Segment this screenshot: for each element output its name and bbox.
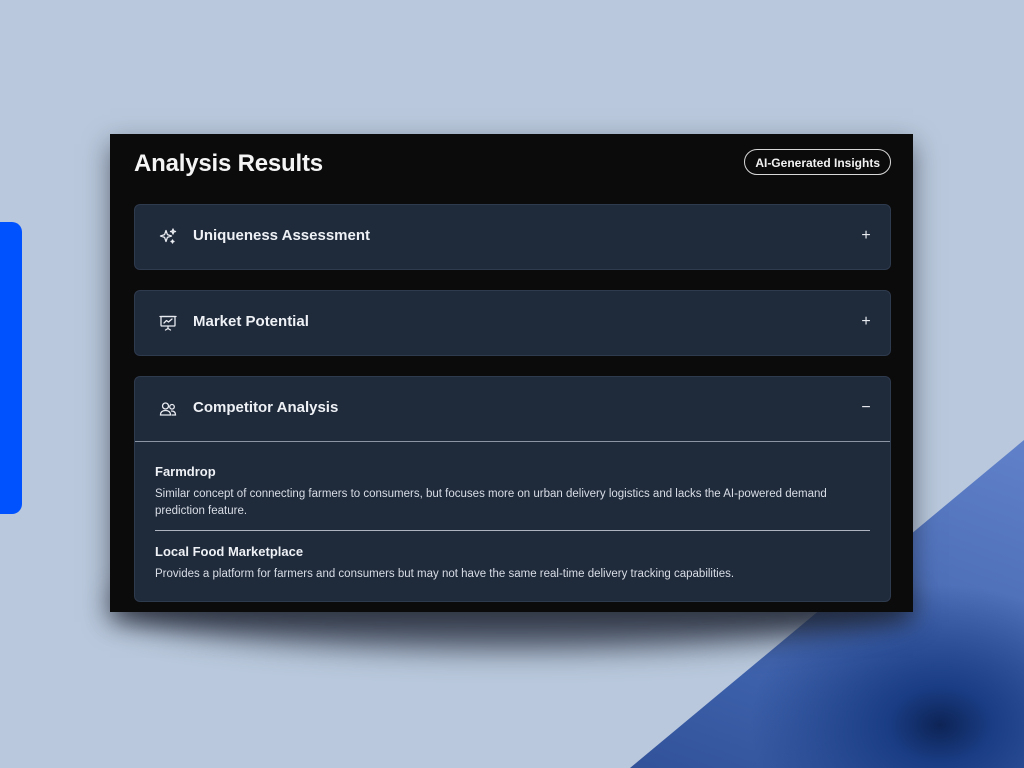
accent-side-bar [0, 222, 22, 514]
page-title: Analysis Results [134, 150, 323, 177]
section-title: Market Potential [193, 313, 309, 330]
users-icon [158, 399, 178, 419]
divider [155, 530, 870, 531]
section-title: Uniqueness Assessment [193, 227, 371, 244]
expand-icon[interactable]: + [858, 312, 874, 332]
competitor-description: Provides a platform for farmers and cons… [155, 568, 735, 580]
competitor-name: Local Food Marketplace [155, 544, 304, 559]
section-header-competitor[interactable]: Competitor Analysis − [135, 377, 890, 441]
section-competitor-analysis: Competitor Analysis − Farmdrop Similar c… [134, 376, 891, 602]
competitor-item: Local Food Marketplace Provides a platfo… [155, 544, 870, 583]
section-uniqueness-assessment: Uniqueness Assessment + [134, 204, 891, 270]
competitor-description: Similar concept of connecting farmers to… [155, 488, 827, 517]
sparkles-icon [158, 227, 178, 247]
competitor-list: Farmdrop Similar concept of connecting f… [135, 441, 890, 583]
section-title: Competitor Analysis [193, 399, 339, 416]
section-market-potential: Market Potential + [134, 290, 891, 356]
ai-insights-badge: AI-Generated Insights [744, 149, 891, 175]
collapse-icon[interactable]: − [858, 398, 874, 418]
section-header-market[interactable]: Market Potential + [135, 291, 890, 355]
competitor-item: Farmdrop Similar concept of connecting f… [155, 464, 870, 520]
expand-icon[interactable]: + [858, 226, 874, 246]
section-header-uniqueness[interactable]: Uniqueness Assessment + [135, 205, 890, 269]
analysis-results-panel: Analysis Results AI-Generated Insights U… [110, 134, 913, 612]
competitor-name: Farmdrop [155, 464, 216, 479]
presentation-chart-icon [158, 313, 178, 333]
